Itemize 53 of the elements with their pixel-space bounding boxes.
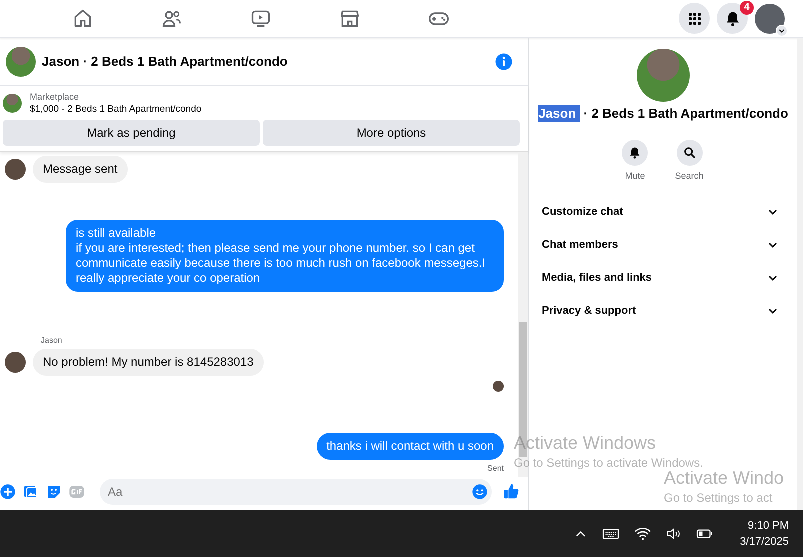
message-bubble: No problem! My number is 8145283013	[33, 349, 264, 376]
speaker-icon[interactable]	[666, 526, 682, 542]
read-receipt-avatar	[493, 381, 504, 392]
avatar[interactable]	[5, 159, 26, 180]
image-icon[interactable]	[23, 484, 39, 500]
mute-button[interactable]	[622, 140, 648, 166]
action-label: Search	[675, 171, 704, 181]
action-button[interactable]: More options	[263, 120, 520, 146]
bell-icon	[628, 146, 642, 160]
chat-title: Jason · 2 Beds 1 Bath Apartment/condo	[538, 106, 788, 121]
section-label: Customize chat	[542, 206, 624, 218]
info-icon[interactable]	[495, 52, 513, 70]
time-label: 9:10 PM	[747, 520, 789, 532]
section-row[interactable]: Chat members	[529, 228, 797, 261]
listing-photo[interactable]	[6, 46, 36, 76]
sticker-icon[interactable]	[46, 484, 62, 500]
search-button[interactable]	[676, 140, 702, 166]
notifications-button[interactable]	[717, 3, 748, 34]
action-label: Mute	[625, 171, 646, 181]
marketplace-label: Marketplace	[30, 92, 80, 102]
watermark-title: Activate Windo	[664, 468, 784, 489]
message-bubble: is still available if you are interested; then please send me your phone number. so I can get communicate easily because there is too much rush on facebook messeges.I really appreciate your co operation	[66, 220, 504, 292]
section-label: Privacy & support	[542, 304, 636, 316]
avatar[interactable]	[5, 352, 26, 373]
search-icon	[682, 146, 696, 160]
notification-badge: 4	[740, 1, 754, 15]
watermark-text: Go to Settings to activate Windows.	[514, 456, 704, 470]
listing-photo	[3, 94, 22, 113]
message-bubble: Message sent	[33, 156, 128, 183]
scrollbar[interactable]	[797, 38, 803, 510]
clock[interactable]: 9:10 PM 3/17/2025	[740, 520, 789, 548]
menu-button[interactable]	[679, 3, 710, 34]
section-row[interactable]: Customize chat	[529, 195, 797, 228]
message-status: Sent	[488, 464, 504, 473]
avatar[interactable]	[755, 4, 785, 34]
watermark-text: Go to Settings to act	[664, 491, 774, 505]
section-row[interactable]: Media, files and links	[529, 261, 797, 294]
plus-icon[interactable]	[0, 484, 16, 500]
listing-text: $1,000 - 2 Beds 1 Bath Apartment/condo	[30, 104, 202, 115]
home-icon[interactable]	[72, 8, 94, 30]
action-button[interactable]: Mark as pending	[3, 120, 260, 146]
section-label: Chat members	[542, 238, 618, 250]
message-bubble: thanks i will contact with u soon	[316, 433, 504, 460]
section-row[interactable]: Privacy & support	[529, 294, 797, 327]
gif-icon	[69, 484, 85, 500]
section-label: Media, files and links	[542, 272, 652, 284]
chat-title: Jason · 2 Beds 1 Bath Apartment/condo	[42, 54, 289, 69]
date-label: 3/17/2025	[740, 536, 789, 548]
emoji-icon[interactable]	[472, 484, 488, 500]
sender-name: Jason	[40, 336, 64, 345]
message-input[interactable]: Aa	[100, 478, 492, 504]
thumbs-up-icon[interactable]	[503, 483, 520, 500]
chevron-icon[interactable]	[776, 24, 788, 36]
